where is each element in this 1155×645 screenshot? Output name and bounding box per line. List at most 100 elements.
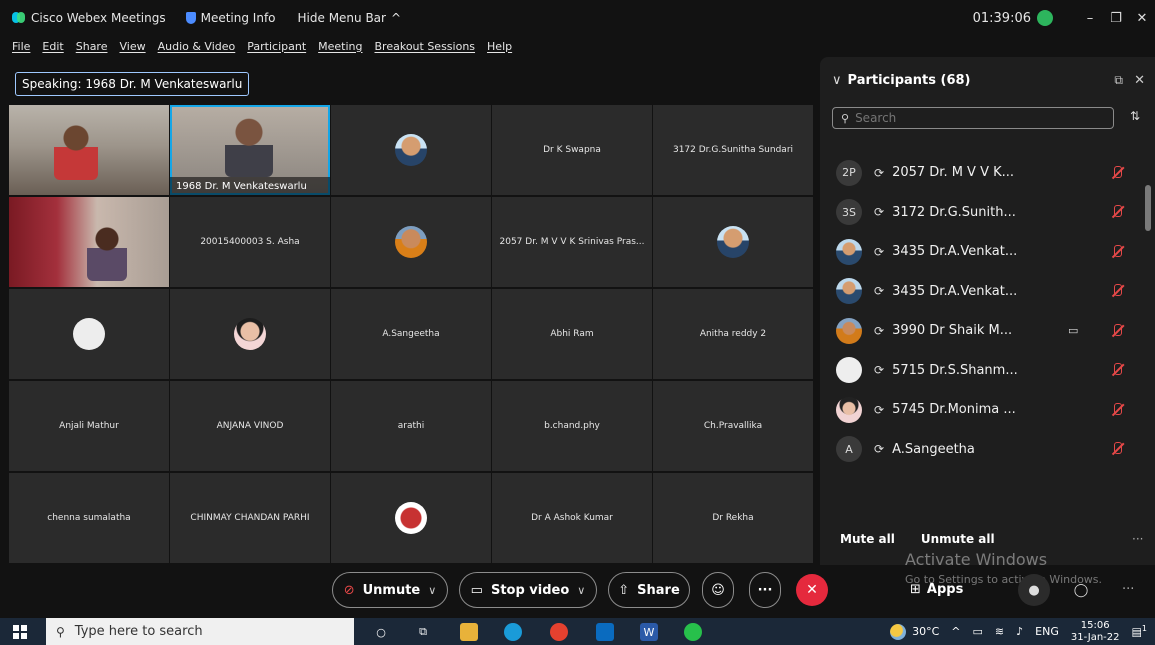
- mic-muted-icon[interactable]: [1110, 363, 1124, 377]
- volume-icon[interactable]: ♪: [1016, 625, 1023, 638]
- participant-row[interactable]: ⟳ 5715 Dr.S.Shanm...: [820, 351, 1142, 391]
- video-tile[interactable]: 3172 Dr.G.Sunitha Sundari: [653, 105, 813, 195]
- mic-muted-icon[interactable]: [1110, 323, 1124, 338]
- whatsapp-icon[interactable]: [684, 623, 702, 641]
- participant-row[interactable]: ⟳ 3990 Dr Shaik M... ▭: [820, 311, 1142, 351]
- menu-breakout-sessions[interactable]: Breakout Sessions: [375, 40, 476, 53]
- weather-icon[interactable]: [890, 623, 907, 640]
- reactions-button[interactable]: ☺: [702, 572, 734, 608]
- webex-taskbar-icon[interactable]: [596, 623, 614, 641]
- menu-share[interactable]: Share: [76, 40, 108, 53]
- network-signal-icon[interactable]: [1037, 10, 1053, 26]
- video-tile[interactable]: [653, 197, 813, 287]
- menu-participant[interactable]: Participant: [247, 40, 306, 53]
- menu-file[interactable]: File: [12, 40, 30, 53]
- close-window-button[interactable]: ✕: [1129, 11, 1155, 26]
- popout-icon[interactable]: ⧉: [1114, 73, 1123, 88]
- video-tile[interactable]: chenna sumalatha: [9, 473, 169, 563]
- menu-view[interactable]: View: [119, 40, 145, 53]
- close-panel-button[interactable]: ✕: [1134, 73, 1145, 88]
- language-indicator[interactable]: ENG: [1035, 625, 1059, 638]
- video-tile[interactable]: [331, 473, 491, 563]
- chevron-down-icon[interactable]: ∨: [428, 584, 436, 597]
- video-tile[interactable]: CHINMAY CHANDAN PARHI: [170, 473, 330, 563]
- video-tile[interactable]: 2057 Dr. M V V K Srinivas Pras...: [492, 197, 652, 287]
- tile-name: chenna sumalatha: [47, 513, 131, 523]
- menu-meeting[interactable]: Meeting: [318, 40, 362, 53]
- video-tile[interactable]: arathi: [331, 381, 491, 471]
- mic-muted-icon[interactable]: [1110, 402, 1124, 417]
- chat-button[interactable]: ◯: [1065, 574, 1097, 606]
- tray-expand-icon[interactable]: ^: [951, 625, 960, 638]
- apps-button[interactable]: ⊞ Apps: [910, 582, 963, 597]
- cortana-icon[interactable]: ○: [372, 623, 390, 641]
- video-tile[interactable]: b.chand.phy: [492, 381, 652, 471]
- meeting-info-button[interactable]: Meeting Info: [185, 11, 276, 25]
- panel-more-button[interactable]: ···: [1122, 582, 1134, 597]
- edge-browser-icon[interactable]: [504, 623, 522, 641]
- video-tile[interactable]: Dr A Ashok Kumar: [492, 473, 652, 563]
- unmute-button[interactable]: ⊘ Unmute ∨: [332, 572, 448, 608]
- mic-muted-icon[interactable]: [1110, 442, 1124, 456]
- scrollbar-thumb[interactable]: [1145, 185, 1151, 231]
- video-tile[interactable]: A.Sangeetha: [331, 289, 491, 379]
- video-tile[interactable]: Dr K Swapna: [492, 105, 652, 195]
- participant-row[interactable]: 3S ⟳ 3172 Dr.G.Sunith...: [820, 193, 1142, 233]
- participant-name: A.Sangeetha: [892, 441, 975, 457]
- video-tile[interactable]: [9, 289, 169, 379]
- video-tile[interactable]: Anitha reddy 2: [653, 289, 813, 379]
- mic-muted-icon[interactable]: [1110, 165, 1124, 180]
- notifications-icon[interactable]: ▤1: [1132, 624, 1148, 639]
- hide-menu-bar-button[interactable]: Hide Menu Bar ^: [298, 11, 402, 25]
- taskbar-search-box[interactable]: ⚲ Type here to search: [46, 618, 354, 645]
- mute-all-button[interactable]: Mute all: [840, 532, 895, 546]
- battery-icon[interactable]: ▭: [973, 625, 983, 638]
- video-tile[interactable]: [331, 197, 491, 287]
- video-tile[interactable]: 20015400003 S. Asha: [170, 197, 330, 287]
- participant-scrollbar[interactable]: [1145, 145, 1151, 525]
- wifi-icon[interactable]: ≋: [995, 625, 1004, 638]
- video-tile[interactable]: 1968 Dr. M Venkateswarlu: [170, 105, 330, 195]
- sort-button[interactable]: ⇅: [1130, 109, 1140, 123]
- mic-muted-icon[interactable]: [1110, 284, 1124, 298]
- collapse-chevron-icon[interactable]: ∨: [832, 73, 842, 88]
- word-icon[interactable]: W: [640, 623, 658, 641]
- video-tile[interactable]: Ch.Pravallika: [653, 381, 813, 471]
- video-tile[interactable]: ANJANA VINOD: [170, 381, 330, 471]
- more-options-button[interactable]: ···: [749, 572, 781, 608]
- stop-video-button[interactable]: ▭ Stop video ∨: [459, 572, 597, 608]
- mic-muted-icon[interactable]: [1110, 205, 1124, 219]
- task-view-icon[interactable]: ⧉: [414, 623, 432, 641]
- participants-more-button[interactable]: ···: [1132, 532, 1143, 546]
- video-tile[interactable]: [170, 289, 330, 379]
- participant-row[interactable]: ⟳ 3435 Dr.A.Venkat...: [820, 232, 1142, 272]
- participant-row[interactable]: A ⟳ A.Sangeetha: [820, 430, 1142, 470]
- participants-toggle-button[interactable]: ●: [1018, 574, 1050, 606]
- participant-search-input[interactable]: [855, 111, 1096, 125]
- share-button[interactable]: ⇧ Share: [608, 572, 690, 608]
- unmute-all-button[interactable]: Unmute all: [921, 532, 995, 546]
- participant-row[interactable]: 2P ⟳ 2057 Dr. M V V K...: [820, 153, 1142, 193]
- video-tile[interactable]: [9, 105, 169, 195]
- menu-edit[interactable]: Edit: [42, 40, 63, 53]
- video-tile[interactable]: Abhi Ram: [492, 289, 652, 379]
- participant-search-box[interactable]: ⚲: [832, 107, 1114, 129]
- video-tile[interactable]: [9, 197, 169, 287]
- chrome-browser-icon[interactable]: [550, 623, 568, 641]
- taskbar-clock[interactable]: 15:06 31-Jan-22: [1071, 620, 1120, 644]
- chevron-down-icon[interactable]: ∨: [577, 584, 585, 597]
- windows-start-icon[interactable]: [13, 625, 27, 639]
- restore-button[interactable]: ❐: [1103, 11, 1129, 26]
- video-tile[interactable]: [331, 105, 491, 195]
- minimize-button[interactable]: –: [1077, 11, 1103, 26]
- menu-audio-video[interactable]: Audio & Video: [158, 40, 236, 53]
- video-tile[interactable]: Anjali Mathur: [9, 381, 169, 471]
- participant-row[interactable]: ⟳ 5745 Dr.Monima ...: [820, 390, 1142, 430]
- file-explorer-icon[interactable]: [460, 623, 478, 641]
- temperature[interactable]: 30°C: [912, 625, 939, 638]
- mic-muted-icon[interactable]: [1110, 244, 1124, 259]
- menu-help[interactable]: Help: [487, 40, 512, 53]
- participant-row[interactable]: ⟳ 3435 Dr.A.Venkat...: [820, 272, 1142, 312]
- video-tile[interactable]: Dr Rekha: [653, 473, 813, 563]
- leave-meeting-button[interactable]: ✕: [796, 574, 828, 606]
